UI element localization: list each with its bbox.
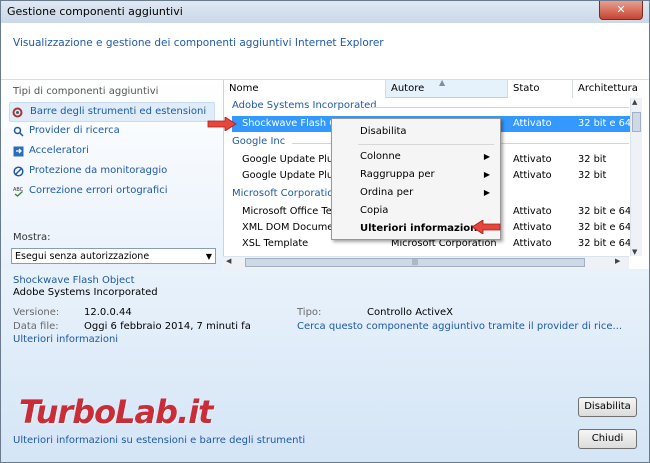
row-name: Google Update Plugi [242, 154, 334, 165]
sidebar-item-toolbars[interactable]: Barre degli strumenti ed estensioni [9, 102, 215, 122]
menu-separator [358, 144, 494, 145]
scroll-up-icon[interactable]: ▲ [632, 98, 637, 106]
header: Visualizzazione e gestione dei component… [1, 23, 649, 80]
footer-more-info-link[interactable]: Ulteriori informazioni su estensioni e b… [13, 435, 305, 446]
chevron-down-icon: ▼ [205, 252, 212, 261]
row-name: XML DOM Documen [242, 222, 334, 233]
vertical-scroll-thumb[interactable] [632, 112, 641, 132]
row-architecture: 32 bit e 64 ... [578, 238, 634, 249]
column-header-status[interactable]: Stato [508, 80, 573, 98]
submenu-arrow-icon: ▶ [483, 188, 490, 197]
details-pane: Shockwave Flash Object Adobe Systems Inc… [1, 269, 649, 462]
accelerator-icon [13, 146, 24, 157]
close-window-button[interactable]: ✕ [599, 1, 643, 20]
addon-name: Shockwave Flash Object [13, 275, 135, 286]
sidebar-item-label: Acceleratori [29, 145, 89, 156]
menu-item-label: Colonne [360, 151, 401, 162]
column-header-architecture[interactable]: Architettura [573, 80, 649, 98]
group-header: Microsoft Corporation [232, 188, 340, 199]
search-icon [13, 126, 24, 137]
scroll-down-icon[interactable]: ▼ [632, 248, 637, 256]
sidebar-item-label: Barre degli strumenti ed estensioni [30, 106, 207, 117]
spellcheck-icon: ABC [13, 187, 24, 197]
red-arrow-left-icon [471, 220, 501, 234]
sidebar-item-label: Provider di ricerca [29, 125, 120, 136]
file-date-value: Oggi 6 febbraio 2014, 7 minuti fa [84, 321, 251, 332]
vertical-scrollbar[interactable]: ▲ ▼ [630, 98, 642, 256]
submenu-arrow-icon: ▶ [483, 170, 490, 179]
sidebar-item-label: Protezione da monitoraggio [29, 165, 168, 176]
group-header: Google Inc [232, 136, 286, 147]
more-info-link[interactable]: Ulteriori informazioni [13, 334, 118, 345]
header-subtitle: Visualizzazione e gestione dei component… [13, 37, 384, 49]
type-value: Controllo ActiveX [367, 307, 454, 318]
row-architecture: 32 bit e 64 ... [578, 206, 634, 217]
row-status: Attivato [513, 222, 552, 233]
menu-item-disable[interactable]: Disabilita [332, 123, 498, 140]
window-title: Gestione componenti aggiuntivi [7, 5, 183, 18]
row-status: Attivato [513, 206, 552, 217]
sidebar-item-accelerators[interactable]: Acceleratori [11, 142, 89, 160]
row-status: Attivato [513, 118, 552, 129]
gear-icon [12, 107, 23, 118]
row-architecture: 32 bit e 64 ... [578, 222, 634, 233]
sidebar: Tipi di componenti aggiuntivi Barre degl… [1, 80, 223, 269]
horizontal-scrollbar[interactable]: ◀ ||| ▶ [223, 256, 629, 269]
addon-publisher: Adobe Systems Incorporated [13, 287, 158, 298]
menu-item-label: Ulteriori informazioni [360, 223, 481, 234]
menu-item-label: Raggruppa per [360, 169, 435, 180]
type-label: Tipo: [297, 307, 322, 318]
sidebar-title: Tipi di componenti aggiuntivi [13, 86, 159, 97]
column-header-name[interactable]: Nome [224, 80, 386, 98]
addons-manager-window: Gestione componenti aggiuntivi ✕ Visuali… [0, 0, 650, 463]
sidebar-item-spelling[interactable]: ABC Correzione errori ortografici [11, 182, 168, 200]
row-name: Google Update Plugi [242, 170, 334, 181]
block-icon [13, 166, 24, 177]
show-label: Mostra: [13, 232, 51, 243]
sidebar-item-tracking-protection[interactable]: Protezione da monitoraggio [11, 162, 167, 180]
menu-item-columns[interactable]: Colonne ▶ [332, 148, 498, 165]
show-dropdown[interactable]: Esegui senza autorizzazione ▼ [11, 248, 216, 264]
red-arrow-right-icon [207, 117, 237, 131]
row-architecture: 32 bit [578, 154, 607, 165]
watermark-logo: TurboLab.it [19, 393, 213, 431]
menu-item-sort-by[interactable]: Ordina per ▶ [332, 184, 498, 201]
disable-button[interactable]: Disabilita [578, 397, 637, 417]
version-value: 12.0.0.44 [84, 307, 132, 318]
group-divider [369, 107, 629, 108]
row-status: Attivato [513, 170, 552, 181]
horizontal-scroll-thumb[interactable]: ||| [245, 258, 585, 267]
row-architecture: 32 bit [578, 170, 607, 181]
version-label: Versione: [13, 307, 60, 318]
submenu-arrow-icon: ▶ [483, 152, 490, 161]
menu-item-label: Copia [360, 205, 389, 216]
close-button[interactable]: Chiudi [578, 429, 637, 449]
menu-item-group-by[interactable]: Raggruppa per ▶ [332, 166, 498, 183]
group-header: Adobe Systems Incorporated [232, 100, 377, 111]
title-bar: Gestione componenti aggiuntivi ✕ [1, 1, 649, 23]
row-architecture: 32 bit e 64 ... [578, 118, 634, 129]
menu-item-copy[interactable]: Copia [332, 202, 498, 219]
row-status: Attivato [513, 238, 552, 249]
sort-ascending-icon: ▲ [439, 78, 446, 87]
sidebar-item-label: Correzione errori ortografici [29, 185, 168, 196]
menu-item-label: Ordina per [360, 187, 414, 198]
file-date-label: Data file: [13, 321, 59, 332]
sidebar-item-search-providers[interactable]: Provider di ricerca [11, 122, 120, 140]
row-name: Microsoft Office Tem [242, 206, 334, 217]
search-provider-link[interactable]: Cerca questo componente aggiuntivo trami… [297, 321, 622, 332]
menu-item-label: Disabilita [360, 126, 407, 137]
row-status: Attivato [513, 154, 552, 165]
scroll-right-icon[interactable]: ▶ [615, 257, 620, 265]
show-dropdown-value: Esegui senza autorizzazione [15, 251, 150, 262]
column-header-author[interactable]: Autore [386, 80, 508, 98]
scroll-left-icon[interactable]: ◀ [226, 257, 231, 265]
